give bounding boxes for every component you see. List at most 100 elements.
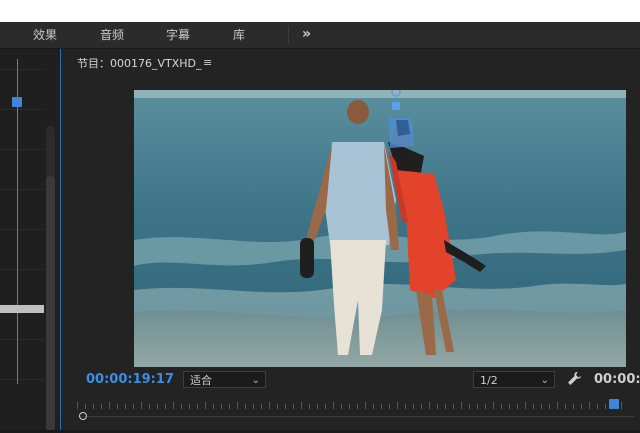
ruler-tick [565,404,566,409]
ruler-tick [317,404,318,409]
current-timecode[interactable]: 00:00:19:17 [86,372,174,387]
program-video-frame[interactable] [134,90,626,367]
ruler-tick [301,402,302,409]
ruler-tick [101,404,102,409]
ruler-tick [549,404,550,409]
ruler-tick [597,404,598,409]
ruler-tick [413,404,414,409]
timeline-playhead-marker[interactable] [12,97,22,107]
menu-audio[interactable]: 音频 [87,22,137,48]
ruler-tick [461,402,462,409]
ruler-tick [165,404,166,409]
ruler-tick [445,404,446,409]
chevron-down-icon: ⌄ [251,375,260,386]
window-top-area [0,0,640,22]
ruler-tick [365,402,366,409]
ruler-tick [581,404,582,409]
ruler-tick [189,404,190,409]
timeline-clip[interactable] [0,305,44,313]
ruler-tick [205,402,206,409]
ruler-tick [357,404,358,409]
ruler-tick [405,404,406,409]
track-divider [0,379,45,380]
ruler-tick [173,402,174,409]
ruler-tick [285,404,286,409]
ruler-tick [85,404,86,409]
ruler-tick [469,404,470,409]
ruler-tick [509,404,510,409]
menu-captions[interactable]: 字幕 [153,22,203,48]
track-divider [0,109,45,110]
ruler-tick [157,404,158,409]
hamburger-icon[interactable]: ≡ [203,57,213,69]
ruler-tick [133,404,134,409]
ruler-tick [557,402,558,409]
ruler-tick [309,404,310,409]
ruler-tick [181,404,182,409]
in-point-handle[interactable] [79,412,87,420]
ruler-tick [77,402,78,409]
ruler-tick [397,402,398,409]
ruler-tick [533,404,534,409]
ruler-tick [93,404,94,409]
menu-effects[interactable]: 效果 [20,22,70,48]
monitor-scrub-bar[interactable] [78,416,634,417]
chevron-down-icon: ⌄ [540,375,549,386]
track-divider [0,229,45,230]
ruler-tick [125,404,126,409]
ruler-tick [541,404,542,409]
wrench-icon[interactable] [566,371,582,387]
ruler-tick [117,404,118,409]
video-scene-image [134,90,626,367]
ruler-tick [589,402,590,409]
menu-libraries[interactable]: 库 [214,22,264,48]
ruler-tick [237,402,238,409]
ruler-tick [621,402,622,409]
timeline-playhead-line[interactable] [17,59,18,384]
monitor-time-ruler[interactable] [77,400,625,410]
ruler-tick [149,404,150,409]
playback-resolution-select[interactable]: 1/2 ⌄ [473,371,555,388]
ruler-tick [221,404,222,409]
ruler-tick [109,402,110,409]
ruler-tick [229,404,230,409]
ruler-tick [437,404,438,409]
ruler-tick [517,404,518,409]
track-divider [0,69,45,70]
ruler-tick [277,404,278,409]
ruler-tick [349,404,350,409]
ruler-tick [429,402,430,409]
ruler-tick [141,402,142,409]
ruler-tick [573,404,574,409]
ruler-tick [605,404,606,409]
ruler-tick [325,404,326,409]
ruler-tick [373,404,374,409]
ruler-tick [493,402,494,409]
ruler-tick [261,404,262,409]
workspace-menubar: 效果 音频 字幕 库 » [0,22,640,49]
ruler-tick [245,404,246,409]
ruler-tick [389,404,390,409]
ruler-tick [333,402,334,409]
track-divider [0,149,45,150]
ruler-tick [421,404,422,409]
ruler-tick [213,404,214,409]
ruler-tick [269,402,270,409]
track-divider [0,339,45,340]
ruler-tick [525,402,526,409]
ruler-tick [197,404,198,409]
zoom-level-value: 适合 [190,374,212,387]
playback-resolution-value: 1/2 [480,374,498,387]
monitor-playhead[interactable] [609,399,619,409]
zoom-level-select[interactable]: 适合 ⌄ [183,371,266,388]
ruler-tick [381,404,382,409]
program-monitor-tab[interactable]: 节目：000176_VTXHD_ [77,56,202,72]
more-workspaces-icon[interactable]: » [302,22,311,48]
track-divider [0,189,45,190]
vertical-scrollbar-thumb[interactable] [46,176,55,431]
ruler-tick [341,404,342,409]
track-divider [0,269,45,270]
menu-separator [288,26,289,44]
ruler-tick [485,404,486,409]
ruler-tick [253,404,254,409]
